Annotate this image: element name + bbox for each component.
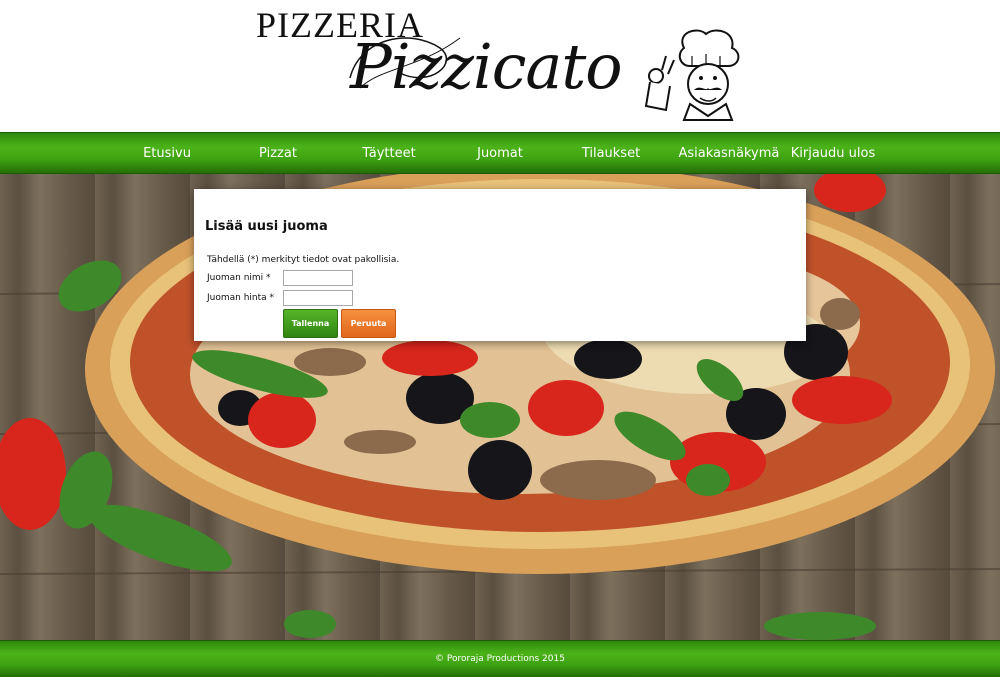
site-header: PIZZERIA Pizzicato	[0, 0, 1000, 132]
footer-copyright: © Pororaja Productions 2015	[435, 654, 565, 664]
logo-pizzicato-text: Pizzicato	[350, 30, 623, 103]
drink-name-label: Juoman nimi *	[207, 273, 271, 283]
save-button[interactable]: Tallenna	[283, 309, 338, 338]
nav-item-pizzat[interactable]: Pizzat	[223, 146, 334, 161]
main-nav: Etusivu Pizzat Täytteet Juomat Tilaukset…	[0, 132, 1000, 174]
nav-item-juomat[interactable]: Juomat	[445, 146, 556, 161]
nav-item-kirjaudu-ulos[interactable]: Kirjaudu ulos	[778, 146, 889, 161]
site-footer: © Pororaja Productions 2015	[0, 640, 1000, 677]
required-fields-note: Tähdellä (*) merkityt tiedot ovat pakoll…	[207, 255, 400, 265]
cancel-button[interactable]: Peruuta	[341, 309, 396, 338]
chef-logo-icon	[644, 29, 740, 121]
drink-name-input[interactable]	[283, 270, 353, 286]
nav-item-taytteet[interactable]: Täytteet	[334, 146, 445, 161]
drink-price-input[interactable]	[283, 290, 353, 306]
drink-price-label: Juoman hinta *	[207, 293, 275, 303]
add-drink-form-panel: Lisää uusi juoma Tähdellä (*) merkityt t…	[194, 189, 806, 341]
nav-item-asiakasnakyma[interactable]: Asiakasnäkymä	[667, 146, 780, 161]
nav-item-etusivu[interactable]: Etusivu	[112, 146, 223, 161]
nav-item-tilaukset[interactable]: Tilaukset	[556, 146, 667, 161]
form-title: Lisää uusi juoma	[205, 219, 328, 234]
